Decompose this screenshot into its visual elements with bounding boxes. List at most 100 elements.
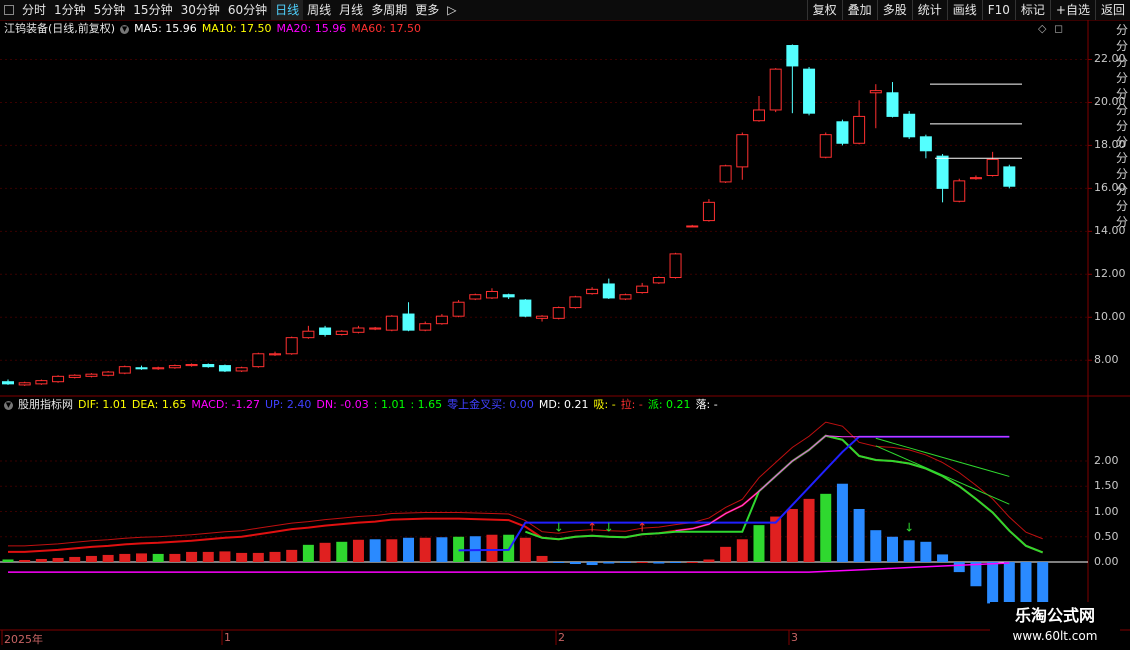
macd-bar: [219, 551, 231, 562]
candle: [669, 253, 682, 279]
arrow-marker: ↓: [904, 521, 914, 535]
macd-bar: [419, 537, 431, 562]
candle: [118, 366, 131, 374]
watermark: 乐淘公式网 www.60lt.com: [990, 602, 1120, 650]
candle: [719, 165, 732, 183]
candle: [569, 296, 582, 309]
candle: [102, 371, 115, 376]
candle: [419, 323, 432, 331]
indicator-tick: 0.00: [1094, 555, 1119, 568]
candle: [919, 136, 932, 152]
price-tick: 20.00: [1094, 95, 1126, 109]
macd-bar: [302, 544, 314, 562]
candle: [803, 68, 816, 114]
candle: [269, 353, 282, 356]
candle: [969, 177, 982, 180]
candle: [1003, 166, 1016, 187]
macd-bar: [853, 508, 865, 562]
candle: [819, 134, 832, 158]
macd-bar: [820, 493, 832, 562]
candle: [769, 68, 782, 111]
price-tick: 14.00: [1094, 224, 1126, 238]
macd-bar: [536, 555, 548, 562]
dif-line: [8, 434, 1044, 554]
macd-bar: [403, 537, 415, 562]
dn-line: [8, 562, 1010, 573]
watermark-url: www.60lt.com: [1012, 629, 1098, 643]
chart-svg[interactable]: ↓ ↑ ↓ ↑ ↓: [0, 0, 1130, 650]
arrow-marker: ↓: [554, 521, 564, 535]
candle: [853, 115, 866, 144]
candle: [869, 90, 882, 94]
macd-bar: [987, 562, 999, 604]
price-tick: 8.00: [1094, 353, 1119, 367]
date-label: 2025年: [4, 633, 43, 646]
macd-bar: [69, 556, 81, 562]
macd-bar: [686, 562, 698, 563]
macd-bar: [85, 555, 97, 562]
indicator-tick: 1.50: [1094, 479, 1119, 493]
price-tick: 12.00: [1094, 267, 1126, 281]
candle: [953, 180, 966, 202]
macd-bar: [553, 562, 565, 564]
arrow-marker: ↓: [604, 521, 614, 535]
candle: [202, 364, 215, 368]
macd-bar: [836, 483, 848, 562]
macd-bar: [753, 525, 765, 562]
candle: [2, 381, 14, 385]
candle: [502, 294, 515, 298]
candle: [536, 315, 549, 319]
candle: [986, 158, 999, 176]
candle: [552, 307, 565, 319]
up-line: [458, 435, 1010, 552]
candle: [936, 155, 949, 189]
candle: [218, 365, 231, 372]
date-label: 1: [224, 631, 231, 644]
candle: [452, 301, 465, 317]
candle: [686, 225, 699, 228]
macd-bar: [870, 530, 882, 562]
candle: [636, 285, 649, 294]
date-label: 3: [791, 631, 798, 644]
arrow-marker: ↑: [587, 521, 597, 535]
indicator-tick: 2.00: [1094, 454, 1119, 467]
macd-bar: [886, 536, 898, 562]
candle: [469, 294, 482, 300]
candle: [152, 367, 165, 370]
candle: [586, 288, 599, 295]
indicator-tick: 0.50: [1094, 529, 1119, 543]
macd-bar: [202, 551, 214, 562]
macd-bar: [486, 534, 498, 562]
macd-bar: [169, 553, 181, 562]
candle: [18, 382, 31, 386]
candle: [836, 121, 849, 144]
macd-bar: [136, 553, 148, 562]
macd-bar: [703, 559, 715, 562]
macd-bar: [953, 562, 965, 573]
candle: [619, 294, 632, 300]
candle: [319, 327, 332, 335]
macd-bar: [352, 539, 364, 562]
date-label: 2: [558, 631, 565, 644]
candle: [402, 313, 415, 331]
signal-line: [875, 445, 1010, 505]
candle: [886, 92, 899, 117]
macd-bar: [469, 536, 481, 562]
candle: [352, 327, 365, 333]
macd-bar: [269, 551, 281, 562]
macd-bar: [786, 508, 798, 562]
candle: [485, 290, 498, 299]
macd-bar: [569, 562, 581, 565]
watermark-title: 乐淘公式网: [1014, 606, 1095, 625]
dea-line: [525, 434, 1044, 554]
macd-bar: [152, 553, 164, 562]
macd-bar: [102, 554, 114, 562]
macd-bar: [19, 559, 31, 562]
macd-bar: [803, 498, 815, 562]
macd-bar: [35, 558, 47, 562]
candle: [252, 353, 265, 368]
candle: [185, 364, 198, 367]
candle: [285, 337, 298, 355]
macd-bar: [519, 537, 531, 562]
candle: [602, 283, 615, 299]
